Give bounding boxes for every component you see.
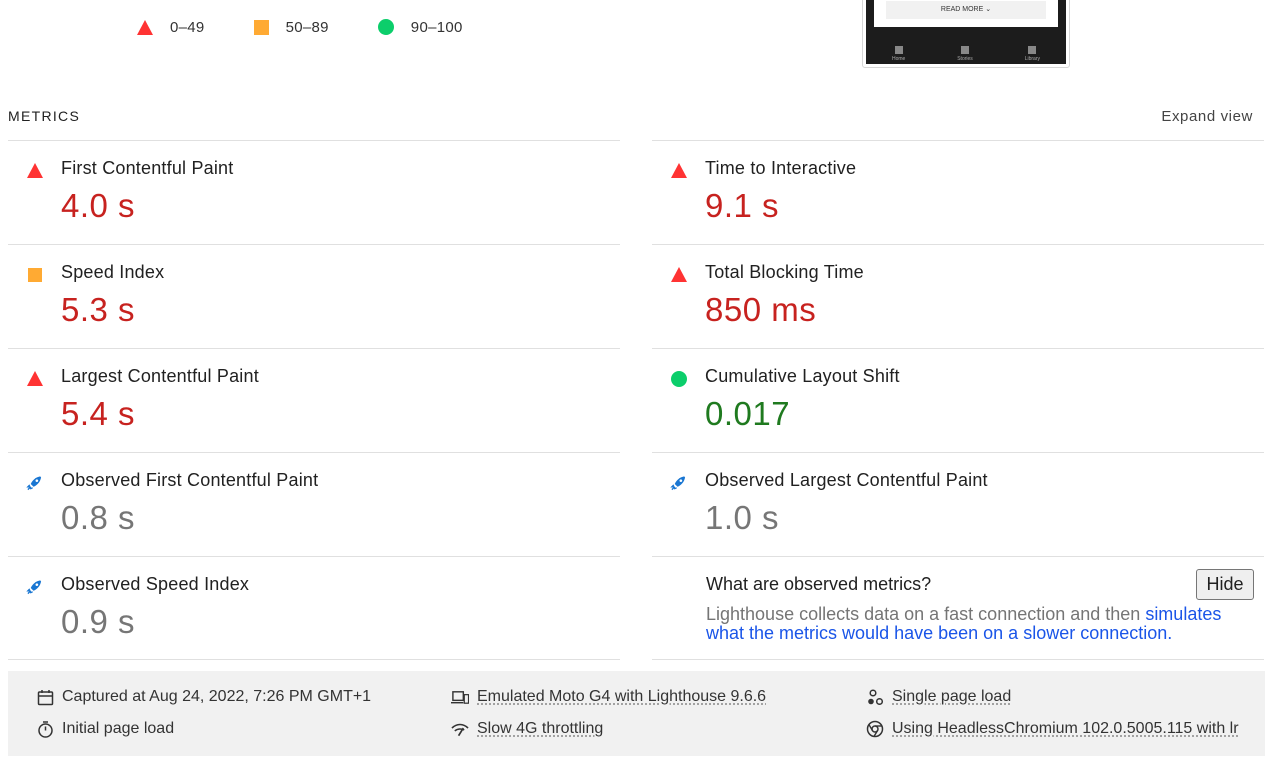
network-throttling-icon <box>451 720 469 738</box>
metrics-divider <box>8 659 620 660</box>
observed-description-text: Lighthouse collects data on a fast conne… <box>706 604 1146 624</box>
metric-time-to-interactive: Time to Interactive 9.1 s <box>652 140 1264 244</box>
metric-value: 1.0 s <box>705 499 780 536</box>
final-screenshot-thumbnail[interactable]: READ MORE ⌄ Home Stories Library <box>862 0 1070 68</box>
average-square-icon <box>26 266 43 283</box>
thumbnail-nav-library: Library <box>1025 46 1040 62</box>
metric-value: 5.4 s <box>61 395 136 432</box>
legend-label-pass: 90–100 <box>410 18 463 36</box>
legend-item-fail: 0–49 <box>137 19 205 36</box>
legend-item-average: 50–89 <box>253 18 329 36</box>
single-load-icon <box>866 688 884 706</box>
library-icon <box>1028 46 1037 54</box>
timer-icon <box>36 720 54 738</box>
lighthouse-rocket-icon <box>26 578 43 595</box>
single-page-load-item[interactable]: Single page load <box>866 688 1011 706</box>
thumbnail-nav-stories: Stories <box>957 46 973 62</box>
metric-value: 850 ms <box>705 291 817 328</box>
metric-speed-index: Speed Index 5.3 s <box>8 244 620 348</box>
chrome-icon <box>866 720 884 738</box>
metric-title: Observed Speed Index <box>61 574 250 594</box>
thumbnail-read-more-button: READ MORE ⌄ <box>886 1 1046 19</box>
legend-item-pass: 90–100 <box>377 18 463 36</box>
metric-value: 9.1 s <box>705 187 780 224</box>
metric-value: 5.3 s <box>61 291 136 328</box>
observed-metrics-description: Lighthouse collects data on a fast conne… <box>706 605 1254 643</box>
metric-observed-largest-contentful-paint: Observed Largest Contentful Paint 1.0 s <box>652 452 1264 556</box>
hide-button[interactable]: Hide <box>1196 569 1254 600</box>
throttling-text[interactable]: Slow 4G throttling <box>477 720 603 738</box>
fail-triangle-icon <box>670 266 687 283</box>
metric-cumulative-layout-shift: Cumulative Layout Shift 0.017 <box>652 348 1264 452</box>
home-icon <box>894 46 903 54</box>
observed-metrics-question: What are observed metrics? <box>706 574 932 594</box>
metric-title: Time to Interactive <box>705 158 857 178</box>
emulated-device-text[interactable]: Emulated Moto G4 with Lighthouse 9.6.6 <box>477 688 766 706</box>
metric-value: 0.8 s <box>61 499 136 536</box>
thumbnail-nav-label: Library <box>1024 56 1040 62</box>
lighthouse-rocket-icon <box>26 474 43 491</box>
captured-at-item: Captured at Aug 24, 2022, 7:26 PM GMT+1 <box>36 688 371 706</box>
captured-at-text: Captured at Aug 24, 2022, 7:26 PM GMT+1 <box>62 688 372 705</box>
metric-title: Observed First Contentful Paint <box>61 470 319 490</box>
metric-observed-speed-index: Observed Speed Index 0.9 s <box>8 556 620 660</box>
thumbnail-nav-label: Stories <box>957 56 973 62</box>
browser-item[interactable]: Using HeadlessChromium 102.0.5005.115 wi… <box>866 720 1239 738</box>
metric-title: Speed Index <box>61 262 165 282</box>
lighthouse-rocket-icon <box>670 474 687 491</box>
thumbnail-read-more-label: READ MORE <box>940 6 984 13</box>
metric-title: Cumulative Layout Shift <box>705 366 900 386</box>
runtime-settings-footer: Captured at Aug 24, 2022, 7:26 PM GMT+1 … <box>8 671 1265 756</box>
metric-value: 0.9 s <box>61 603 136 640</box>
metric-first-contentful-paint: First Contentful Paint 4.0 s <box>8 140 620 244</box>
pass-circle-icon <box>670 370 687 387</box>
fail-triangle-icon <box>26 162 43 179</box>
fail-triangle-icon <box>670 162 687 179</box>
metric-largest-contentful-paint: Largest Contentful Paint 5.4 s <box>8 348 620 452</box>
legend-label-average: 50–89 <box>285 18 329 36</box>
fail-triangle-icon <box>26 370 43 387</box>
emulated-device-item[interactable]: Emulated Moto G4 with Lighthouse 9.6.6 <box>451 688 766 706</box>
metric-title: Observed Largest Contentful Paint <box>705 470 988 490</box>
thumbnail-image: READ MORE ⌄ Home Stories Library <box>866 0 1066 64</box>
metrics-section-title: METRICS <box>8 108 81 124</box>
thumbnail-bottom-nav: Home Stories Library <box>866 46 1066 62</box>
expand-view-button[interactable]: Expand view <box>1161 108 1253 125</box>
metric-value: 0.017 <box>705 395 791 432</box>
initial-load-text: Initial page load <box>62 720 175 737</box>
legend-label-fail: 0–49 <box>170 18 205 36</box>
metric-title: First Contentful Paint <box>61 158 234 178</box>
metrics-divider <box>652 659 1264 660</box>
throttling-item[interactable]: Slow 4G throttling <box>451 720 603 738</box>
metric-observed-first-contentful-paint: Observed First Contentful Paint 0.8 s <box>8 452 620 556</box>
thumbnail-nav-label: Home <box>891 56 906 62</box>
thumbnail-nav-home: Home <box>892 46 905 62</box>
metric-title: Total Blocking Time <box>705 262 864 282</box>
initial-load-item: Initial page load <box>36 720 174 738</box>
browser-text[interactable]: Using HeadlessChromium 102.0.5005.115 wi… <box>892 720 1239 738</box>
fail-triangle-icon <box>137 19 153 35</box>
stories-icon <box>961 46 969 54</box>
metric-total-blocking-time: Total Blocking Time 850 ms <box>652 244 1264 348</box>
average-square-icon <box>253 19 269 35</box>
metric-value: 4.0 s <box>61 187 136 224</box>
devices-icon <box>451 688 469 706</box>
metric-title: Largest Contentful Paint <box>61 366 259 386</box>
score-legend: 0–49 50–89 90–100 <box>137 17 512 37</box>
single-page-load-text[interactable]: Single page load <box>892 688 1011 706</box>
pass-circle-icon <box>377 19 394 35</box>
calendar-icon <box>36 688 54 706</box>
thumbnail-card: READ MORE ⌄ <box>874 0 1058 27</box>
